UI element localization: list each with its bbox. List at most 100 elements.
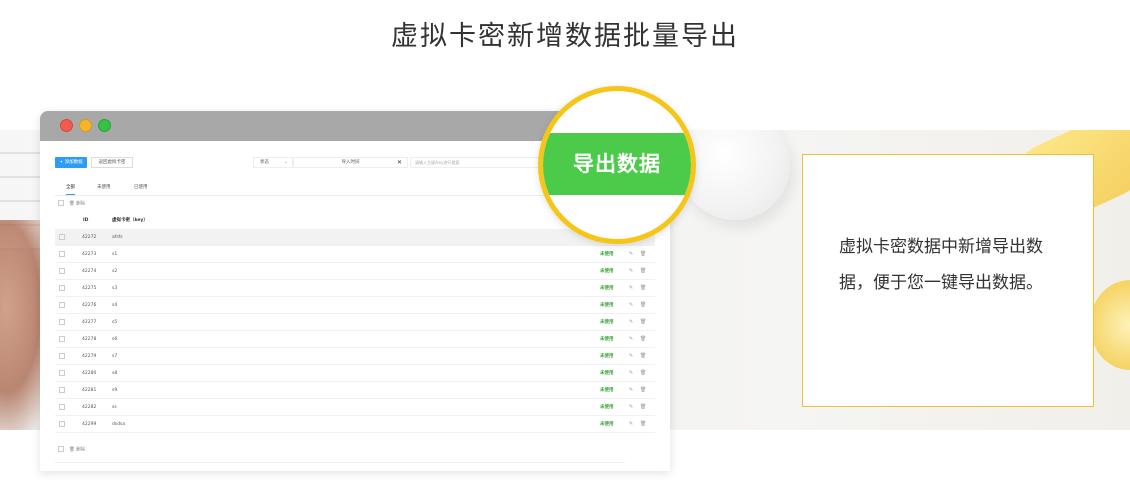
bulk-delete-button[interactable]: 删除	[76, 202, 85, 207]
bulk-actions-bottom: 🗑 删除	[58, 446, 85, 454]
status-badge: 未使用	[600, 337, 614, 342]
status-badge: 未使用	[600, 286, 614, 291]
bulk-delete-button-bottom[interactable]: 删除	[76, 448, 85, 453]
search-input[interactable]: 请输入主键/key进行搜索	[410, 157, 540, 168]
status-badge: 未使用	[600, 252, 614, 257]
row-checkbox[interactable]	[59, 421, 65, 427]
row-checkbox[interactable]	[59, 387, 65, 393]
trash-icon: 🗑	[69, 447, 75, 453]
row-id: 42277	[82, 320, 97, 325]
row-card-key: s5	[112, 320, 118, 325]
row-card-key: s9	[112, 388, 118, 393]
row-card-key: s8	[112, 371, 118, 376]
status-badge: 未使用	[600, 303, 614, 308]
edit-icon[interactable]: ✎	[629, 399, 633, 416]
row-checkbox[interactable]	[59, 336, 65, 342]
table-row[interactable]: 42299 dsdsa 未使用 ✎ 🗑	[55, 416, 655, 433]
select-all-checkbox[interactable]	[58, 200, 64, 206]
description-box: 虚拟卡密数据中新增导出数据，便于您一键导出数据。	[802, 154, 1094, 407]
edit-icon[interactable]: ✎	[629, 365, 633, 382]
status-tabs: 全部 未使用 已使用	[60, 183, 260, 195]
edit-icon[interactable]: ✎	[629, 280, 633, 297]
delete-icon[interactable]: 🗑	[640, 331, 646, 348]
edit-icon[interactable]: ✎	[629, 314, 633, 331]
row-id: 42275	[82, 286, 97, 291]
import-time-filter[interactable]: 导入时间	[293, 157, 408, 168]
row-card-key: s4	[112, 303, 118, 308]
row-checkbox[interactable]	[59, 268, 65, 274]
column-header-id: ID	[83, 218, 89, 223]
edit-icon[interactable]: ✎	[629, 263, 633, 280]
delete-icon[interactable]: 🗑	[640, 382, 646, 399]
row-checkbox[interactable]	[59, 285, 65, 291]
close-window-icon[interactable]	[60, 119, 73, 132]
row-id: 42279	[82, 354, 97, 359]
table-row[interactable]: 42280 s8 未使用 ✎ 🗑	[55, 365, 655, 382]
row-card-key: s7	[112, 354, 118, 359]
row-checkbox[interactable]	[59, 302, 65, 308]
status-badge: 未使用	[600, 371, 614, 376]
row-card-key: s3	[112, 286, 118, 291]
clear-filter-icon[interactable]: ✕	[397, 157, 402, 168]
table-row[interactable]: 42281 s9 未使用 ✎ 🗑	[55, 382, 655, 399]
row-checkbox[interactable]	[59, 370, 65, 376]
status-badge: 未使用	[600, 269, 614, 274]
back-to-cards-button[interactable]: 返回虚拟卡密	[91, 157, 133, 168]
row-card-key: dsdsa	[112, 422, 126, 427]
row-id: 42278	[82, 337, 97, 342]
row-checkbox[interactable]	[59, 251, 65, 257]
minimize-window-icon[interactable]	[79, 119, 92, 132]
edit-icon[interactable]: ✎	[629, 331, 633, 348]
delete-icon[interactable]: 🗑	[640, 416, 646, 433]
delete-icon[interactable]: 🗑	[640, 348, 646, 365]
add-data-button[interactable]: + 添加数据	[55, 157, 87, 168]
table-row[interactable]: 42272 afsfs	[55, 229, 655, 246]
delete-icon[interactable]: 🗑	[640, 314, 646, 331]
delete-icon[interactable]: 🗑	[640, 280, 646, 297]
table-row[interactable]: 42274 s2 未使用 ✎ 🗑	[55, 263, 655, 280]
table-row[interactable]: 42273 s1 未使用 ✎ 🗑	[55, 246, 655, 263]
row-checkbox[interactable]	[59, 353, 65, 359]
table-row[interactable]: 42278 s6 未使用 ✎ 🗑	[55, 331, 655, 348]
export-data-button[interactable]: 导出数据	[543, 133, 691, 195]
edit-icon[interactable]: ✎	[629, 297, 633, 314]
status-badge: 未使用	[600, 354, 614, 359]
table-row[interactable]: 42282 ss 未使用 ✎ 🗑	[55, 399, 655, 416]
row-checkbox[interactable]	[59, 319, 65, 325]
status-badge: 未使用	[600, 405, 614, 410]
table-row[interactable]: 42279 s7 未使用 ✎ 🗑	[55, 348, 655, 365]
edit-icon[interactable]: ✎	[629, 382, 633, 399]
delete-icon[interactable]: 🗑	[640, 365, 646, 382]
select-all-checkbox-bottom[interactable]	[58, 446, 64, 452]
row-id: 42282	[82, 405, 97, 410]
row-checkbox[interactable]	[59, 234, 65, 240]
delete-icon[interactable]: 🗑	[640, 297, 646, 314]
row-id: 42273	[82, 252, 97, 257]
table-footer-divider	[55, 462, 625, 463]
delete-icon[interactable]: 🗑	[640, 399, 646, 416]
delete-icon[interactable]: 🗑	[640, 263, 646, 280]
maximize-window-icon[interactable]	[98, 119, 111, 132]
table-row[interactable]: 42276 s4 未使用 ✎ 🗑	[55, 297, 655, 314]
export-callout-magnifier: 导出数据	[538, 86, 696, 244]
row-card-key: s2	[112, 269, 118, 274]
table-row[interactable]: 42277 s5 未使用 ✎ 🗑	[55, 314, 655, 331]
row-id: 42299	[82, 422, 97, 427]
trash-icon: 🗑	[69, 201, 75, 207]
row-id: 42280	[82, 371, 97, 376]
row-id: 42281	[82, 388, 97, 393]
row-id: 42274	[82, 269, 97, 274]
edit-icon[interactable]: ✎	[629, 348, 633, 365]
edit-icon[interactable]: ✎	[629, 416, 633, 433]
delete-icon[interactable]: 🗑	[640, 246, 646, 263]
edit-icon[interactable]: ✎	[629, 246, 633, 263]
table-row[interactable]: 42275 s3 未使用 ✎ 🗑	[55, 280, 655, 297]
status-select[interactable]: 状态 ⌄	[253, 157, 293, 168]
tab-all[interactable]: 全部	[66, 183, 75, 195]
status-badge: 未使用	[600, 388, 614, 393]
tab-used[interactable]: 已使用	[134, 183, 148, 195]
column-header-card: 虚拟卡密（key）	[112, 218, 148, 223]
chevron-down-icon: ⌄	[283, 159, 288, 165]
tab-unused[interactable]: 未使用	[97, 183, 111, 195]
row-checkbox[interactable]	[59, 404, 65, 410]
